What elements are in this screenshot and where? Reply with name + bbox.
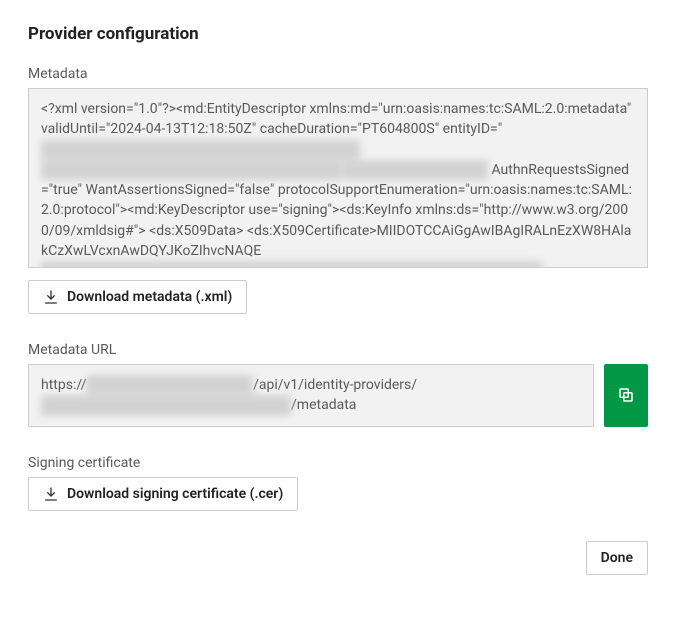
metadata-xml-line: <ds:X509Data> bbox=[149, 223, 243, 239]
metadata-label: Metadata bbox=[28, 66, 648, 82]
metadata-url-part: /api/v1/identity-providers/ bbox=[253, 377, 417, 393]
copy-icon bbox=[617, 386, 635, 404]
redacted-text: xxxxxxxxxxxxxxxxxxxxxxxx bbox=[86, 375, 253, 395]
signing-cert-section: Signing certificate Download signing cer… bbox=[28, 455, 648, 511]
download-signing-cert-button[interactable]: Download signing certificate (.cer) bbox=[28, 477, 298, 511]
signing-cert-label: Signing certificate bbox=[28, 455, 648, 471]
metadata-xml-box[interactable]: <?xml version="1.0"?><md:EntityDescripto… bbox=[28, 88, 648, 268]
done-label: Done bbox=[601, 550, 633, 566]
copy-url-button[interactable] bbox=[604, 364, 648, 427]
download-metadata-button[interactable]: Download metadata (.xml) bbox=[28, 280, 247, 314]
metadata-section: Metadata <?xml version="1.0"?><md:Entity… bbox=[28, 66, 648, 314]
download-metadata-label: Download metadata (.xml) bbox=[67, 289, 232, 305]
done-button[interactable]: Done bbox=[586, 541, 648, 575]
metadata-url-label: Metadata URL bbox=[28, 342, 648, 358]
download-signing-cert-label: Download signing certificate (.cer) bbox=[67, 486, 283, 502]
page-title: Provider configuration bbox=[28, 24, 648, 44]
metadata-url-box[interactable]: https://xxxxxxxxxxxxxxxxxxxxxxxx/api/v1/… bbox=[28, 364, 594, 427]
footer: Done bbox=[28, 541, 648, 575]
metadata-url-section: Metadata URL https://xxxxxxxxxxxxxxxxxxx… bbox=[28, 342, 648, 427]
download-icon bbox=[43, 289, 59, 305]
redacted-text: D FNMA CA1LISC MFLIW FTMDFCA1HFC MKLIW D… bbox=[41, 261, 542, 268]
metadata-url-part: /metadata bbox=[291, 397, 356, 413]
metadata-xml-line: cacheDuration="PT604800S" entityID=" bbox=[260, 121, 502, 137]
redacted-text: ID xxxxxxxxxxxxxxxxxxxxxxxxxxxxxxxxxxxxx… bbox=[41, 160, 342, 180]
metadata-url-part: https:// bbox=[41, 377, 86, 393]
redacted-text: xxxxxxxxxxxxxxxxxxxxxxxxxxxxxxxxxxxx bbox=[41, 395, 291, 415]
metadata-xml-line: <?xml version="1.0"?><md:EntityDescripto… bbox=[41, 101, 306, 117]
redacted-text: ><md:SPSSODescriptor bbox=[342, 160, 488, 180]
download-icon bbox=[43, 486, 59, 502]
redacted-text: https://xxxxxxxxxxxxxxxxxxxxxxxxxxxxxxxx… bbox=[41, 140, 360, 160]
